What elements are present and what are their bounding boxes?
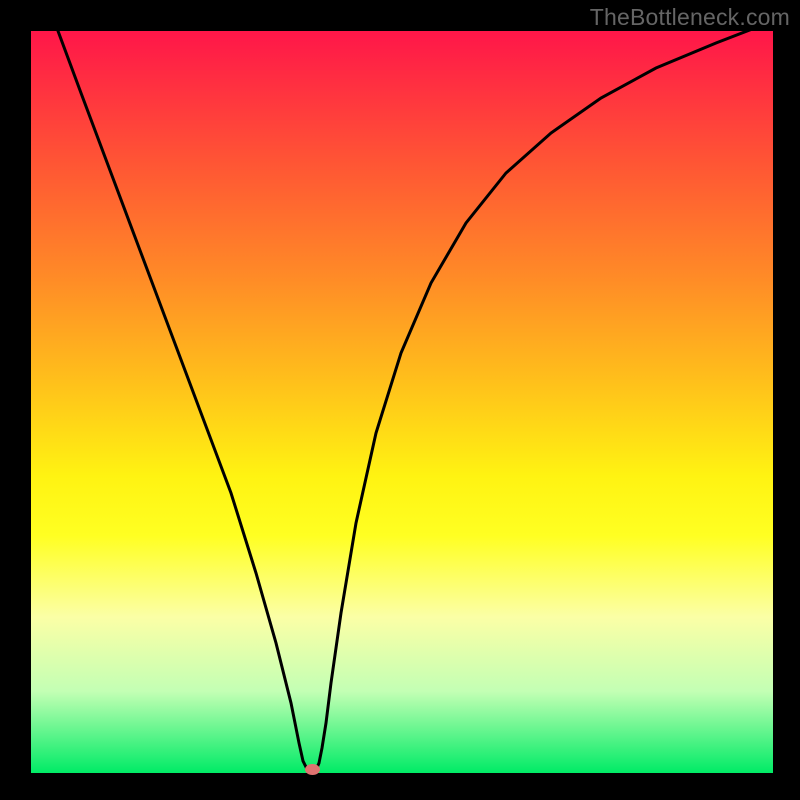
bottleneck-curve [58,31,773,773]
plot-area [31,31,773,773]
watermark-text: TheBottleneck.com [590,4,790,31]
optimum-marker [305,764,320,775]
chart-frame: TheBottleneck.com [0,0,800,800]
curve-svg [31,31,773,773]
